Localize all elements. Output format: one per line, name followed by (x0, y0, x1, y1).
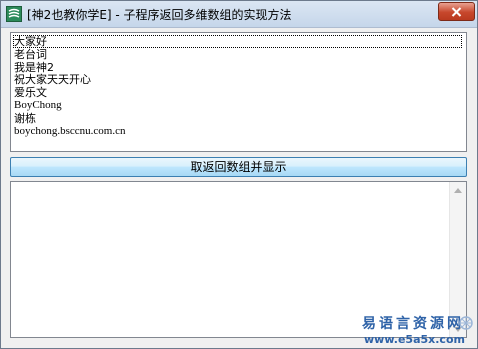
get-array-button[interactable]: 取返回数组并显示 (10, 157, 467, 177)
string-listbox[interactable]: 大家好 老台词 我是神2 祝大家天天开心 爱乐文 BoyChong 谢栋 boychong.b… (10, 32, 467, 152)
list-item[interactable]: boychong.bsccnu.com.cn (14, 125, 126, 138)
window-title: [神2也教你学E] - 子程序返回多维数组的实现方法 (27, 8, 292, 22)
list-item[interactable]: 大家好 (13, 35, 462, 48)
list-item[interactable]: 我是神2 (14, 61, 54, 74)
list-item[interactable]: 谢栋 (14, 112, 36, 125)
title-bar[interactable]: [神2也教你学E] - 子程序返回多维数组的实现方法 (1, 1, 477, 28)
list-item[interactable]: 爱乐文 (14, 86, 47, 99)
client-area: 大家好 老台词 我是神2 祝大家天天开心 爱乐文 BoyChong 谢栋 boychong.b… (8, 31, 470, 344)
wheel-icon (458, 315, 474, 331)
watermark-url: www.e5a5x.com (364, 333, 465, 346)
epl-app-icon (6, 6, 22, 22)
list-item[interactable]: 祝大家天天开心 (14, 73, 91, 86)
close-button[interactable] (438, 2, 475, 21)
list-item[interactable]: 老台词 (14, 48, 47, 61)
close-icon (451, 2, 462, 21)
watermark-title: 易语言资源网 (362, 316, 464, 332)
site-watermark: 易语言资源网 www.e5a5x.com (362, 313, 474, 347)
scroll-up-arrow[interactable] (450, 182, 466, 198)
list-item[interactable]: BoyChong (14, 99, 62, 112)
app-window: [神2也教你学E] - 子程序返回多维数组的实现方法 大家好 老台词 我是神2 祝大家… (0, 0, 478, 349)
